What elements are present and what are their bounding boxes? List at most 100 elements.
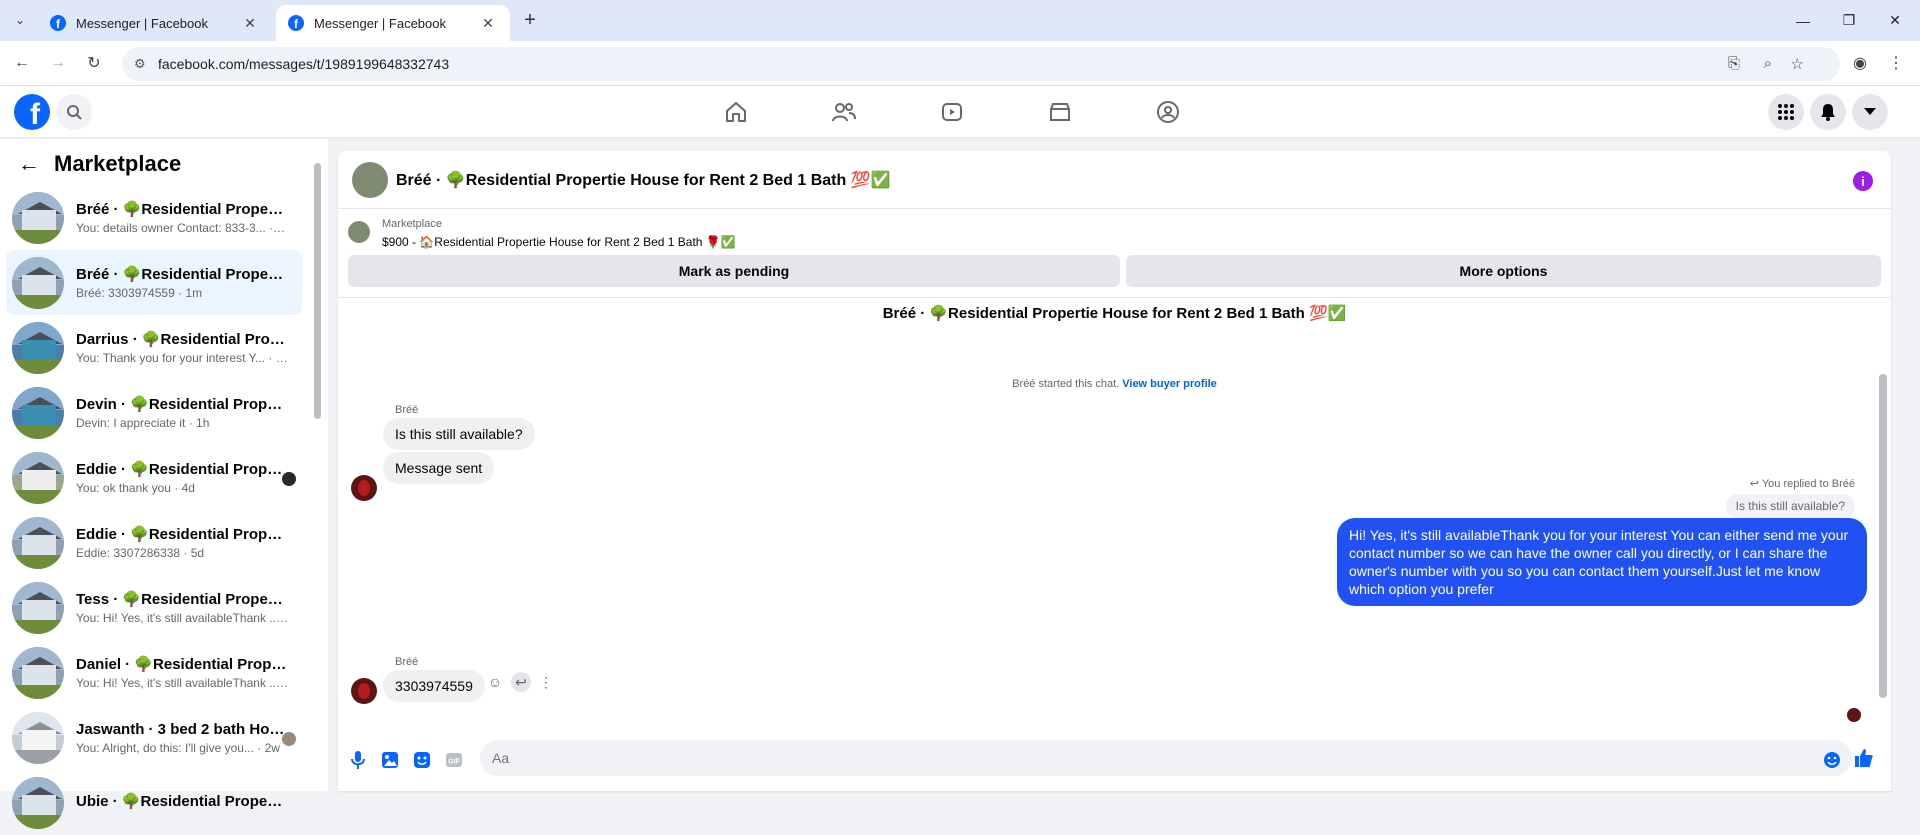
sender-name: Bréé [395, 404, 419, 416]
home-icon[interactable] [720, 96, 752, 128]
chat-started-note: Bréé started this chat. View buyer profi… [338, 378, 1891, 390]
conversation-item[interactable]: Bréé · 🌳Residential Propertie House for … [6, 250, 302, 315]
thread-title: Bréé · 🌳Residential Propertie House for … [882, 305, 1347, 322]
svg-text:GIF: GIF [448, 759, 460, 766]
notifications-bell-icon[interactable] [1810, 94, 1846, 130]
conversation-snippet: Bréé: 3303974559 · 1m [76, 286, 203, 300]
bookmark-star-icon[interactable]: ☆ [1791, 55, 1804, 73]
conversation-item[interactable]: Eddie · 🌳Residential Propertie House for… [6, 445, 302, 510]
more-actions-icon[interactable]: ⋮ [536, 672, 556, 692]
conversation-item[interactable]: Daniel · 🌳Residential Propertie House fo… [6, 640, 302, 705]
back-arrow-icon[interactable]: ← [18, 151, 40, 177]
listing-thumbnail[interactable] [348, 221, 370, 243]
avatar [12, 321, 64, 374]
sticker-icon[interactable] [412, 750, 432, 770]
conversation-name: Darrius · 🌳Residential Propertie House f… [76, 331, 288, 348]
message-input[interactable] [480, 740, 1852, 776]
browser-menu-icon[interactable]: ⋮ [1884, 51, 1908, 75]
back-icon[interactable]: ← [10, 51, 34, 75]
browser-tab-2[interactable]: f Messenger | Facebook ✕ [276, 5, 510, 41]
conversation-item[interactable]: Darrius · 🌳Residential Propertie House f… [6, 315, 302, 380]
conversation-snippet: You: Alright, do this: I'll give you... … [76, 740, 280, 755]
gif-icon[interactable]: GIF [444, 750, 464, 770]
seen-avatar [282, 732, 296, 746]
panel-header: ← Marketplace [18, 151, 181, 177]
address-bar[interactable]: ⚙ facebook.com/messages/t/19891996483327… [122, 47, 1840, 81]
listing-title[interactable]: $900 - 🏠Residential Propertie House for … [382, 235, 736, 249]
menu-grid-icon[interactable] [1768, 94, 1804, 130]
conversation-snippet: You: Thank you for your interest Y... · … [76, 351, 288, 365]
seen-avatar [282, 472, 296, 486]
tab-close-icon[interactable]: ✕ [478, 15, 498, 32]
window-close-icon[interactable]: ✕ [1872, 0, 1918, 41]
forward-icon[interactable]: → [46, 51, 70, 75]
conversation-name: Daniel · 🌳Residential Propertie House fo… [76, 656, 288, 673]
message-thread: Bréé · 🌳Residential Propertie House for … [338, 298, 1891, 728]
conversation-snippet: You: Hi! Yes, it's still availableThank … [76, 676, 288, 690]
avatar [12, 646, 64, 699]
account-dropdown-icon[interactable] [1852, 94, 1888, 130]
conversation-snippet: Eddie: 3307286338 · 5d [76, 546, 205, 560]
groups-icon[interactable] [1152, 96, 1184, 128]
chat-header: Bréé · 🌳Residential Propertie House for … [338, 151, 1891, 209]
photo-icon[interactable] [380, 750, 400, 770]
info-icon[interactable]: i [1853, 171, 1873, 191]
emoji-icon[interactable] [1822, 750, 1842, 770]
message-bubble[interactable]: Message sent [383, 452, 495, 484]
message-bubble[interactable]: 3303974559 [383, 670, 485, 702]
more-options-button[interactable]: More options [1126, 255, 1881, 287]
avatar [12, 451, 64, 504]
chat-title[interactable]: Bréé · 🌳Residential Propertie House for … [396, 170, 891, 190]
conversation-item[interactable]: Devin · 🌳Residential Propertie House for… [6, 380, 302, 445]
avatar [12, 776, 64, 829]
browser-tab-1[interactable]: f Messenger | Facebook ✕ [38, 5, 272, 41]
conversation-snippet: You: details owner Contact: 833-3... · 1… [76, 221, 288, 235]
conversation-item[interactable]: Tess · 🌳Residential Propertie House for … [6, 575, 302, 640]
facebook-logo-icon[interactable]: f [14, 94, 50, 130]
thread-scrollbar[interactable] [1879, 302, 1887, 722]
conversation-scrollbar[interactable] [313, 151, 321, 781]
zoom-icon[interactable]: ⌕ [1764, 55, 1772, 72]
microphone-icon[interactable] [348, 750, 368, 770]
avatar [12, 386, 64, 439]
conversation-name: Ubie · 🌳Residential Propertie House for … [76, 793, 288, 810]
conversation-snippet: You: Hi! Yes, it's still availableThank … [76, 611, 288, 625]
restore-icon[interactable]: ❐ [1826, 0, 1872, 41]
mark-as-pending-button[interactable]: Mark as pending [348, 255, 1120, 287]
reload-icon[interactable]: ↻ [82, 51, 106, 75]
quoted-message[interactable]: Is this still available? [1725, 494, 1855, 518]
site-info-icon[interactable]: ⚙ [134, 56, 146, 72]
conversation-name: Tess · 🌳Residential Propertie House for … [76, 591, 288, 608]
profile-icon[interactable]: ◉ [1848, 51, 1872, 75]
message-bubble[interactable]: Is this still available? [383, 418, 535, 450]
new-tab-icon[interactable]: + [518, 8, 542, 32]
browser-tab-bar: ⌄ f Messenger | Facebook ✕ f Messenger |… [0, 0, 1920, 41]
conversation-snippet: You: ok thank you · 4d [76, 481, 195, 495]
like-thumbs-up-icon[interactable] [1854, 748, 1874, 768]
avatar [12, 256, 64, 309]
minimize-icon[interactable]: — [1780, 0, 1826, 41]
marketplace-icon[interactable] [1044, 96, 1076, 128]
conversation-name: Bréé · 🌳Residential Propertie House for … [76, 201, 288, 218]
reply-icon[interactable]: ↩ [511, 672, 531, 692]
react-emoji-icon[interactable]: ☺ [485, 672, 505, 692]
conversation-name: Bréé · 🌳Residential Propertie House for … [76, 266, 288, 283]
tab-close-icon[interactable]: ✕ [240, 15, 260, 32]
chat-avatar[interactable] [352, 161, 388, 198]
conversation-item[interactable]: Jaswanth · 3 bed 2 bath House for Rent Yo… [6, 705, 302, 770]
conversation-item[interactable]: Ubie · 🌳Residential Propertie House for … [6, 770, 302, 835]
sender-avatar[interactable] [351, 678, 377, 704]
conversation-item[interactable]: Eddie · 🌳Residential Propertie House for… [6, 510, 302, 575]
avatar [12, 711, 64, 764]
sender-avatar[interactable] [351, 475, 377, 501]
tab-title: Messenger | Facebook [314, 15, 446, 31]
friends-icon[interactable] [828, 96, 860, 128]
view-buyer-profile-link[interactable]: View buyer profile [1122, 378, 1217, 390]
tab-search-chevron-icon[interactable]: ⌄ [8, 8, 32, 32]
conversation-item[interactable]: Bréé · 🌳Residential Propertie House for … [6, 185, 302, 250]
video-icon[interactable] [936, 96, 968, 128]
install-app-icon[interactable]: ⎘ [1728, 55, 1740, 72]
read-receipt-avatar [1847, 708, 1861, 722]
my-message-bubble[interactable]: Hi! Yes, it's still availableThank you f… [1337, 518, 1867, 606]
search-icon[interactable] [56, 94, 92, 130]
